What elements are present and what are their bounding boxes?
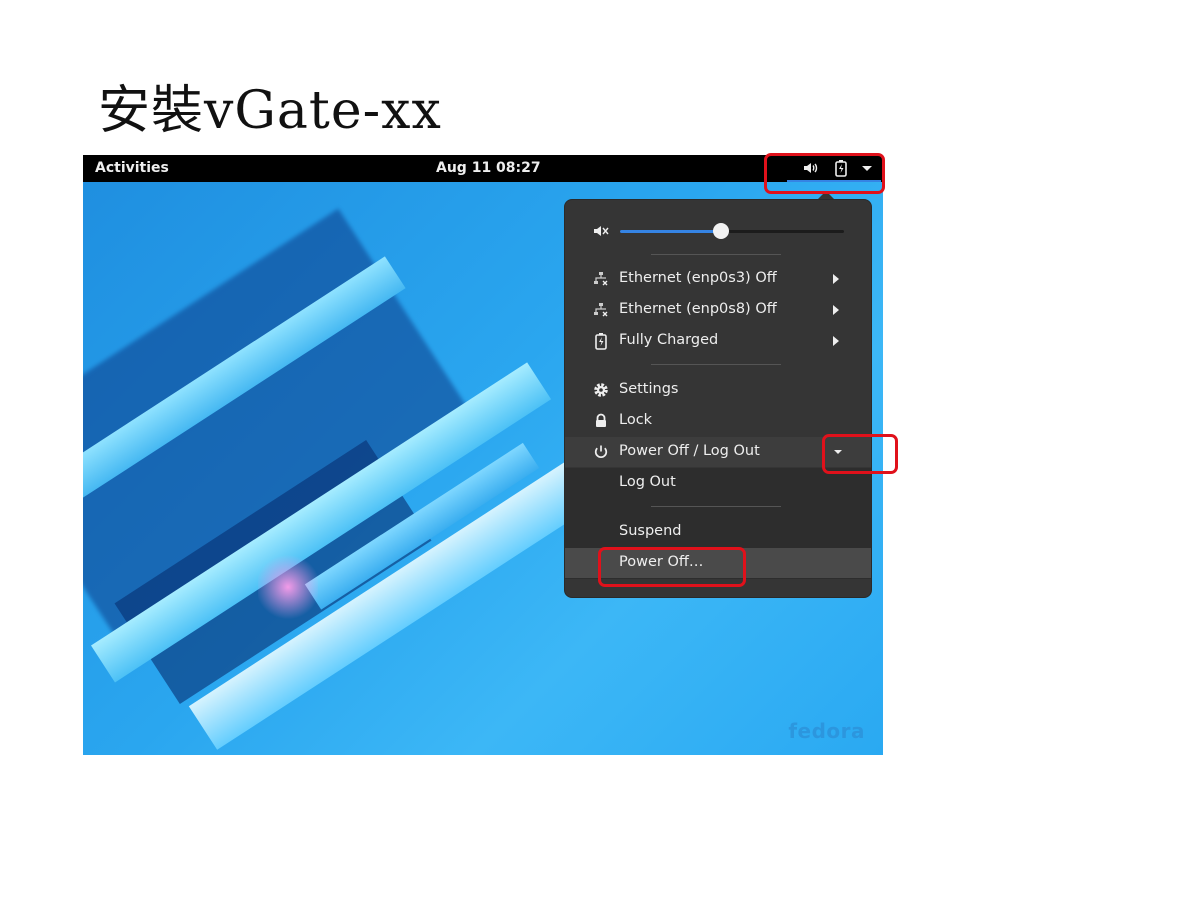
network-wired-disconnected-icon [594,303,608,317]
top-bar: Activities Aug 11 08:27 [83,155,883,182]
menu-item-battery[interactable]: Fully Charged [565,326,871,356]
fedora-watermark: fedora [788,719,865,743]
menu-item-label: Ethernet (enp0s8) Off [619,301,777,317]
menu-separator [651,506,781,507]
menu-item-ethernet-enp0s8[interactable]: Ethernet (enp0s8) Off [565,295,871,325]
menu-item-label: Lock [619,412,653,428]
volume-slider[interactable] [620,223,844,239]
menu-item-label: Log Out [619,474,676,490]
menu-item-label: Power Off / Log Out [619,443,760,459]
power-icon [594,445,608,458]
menu-item-lock[interactable]: Lock [565,406,871,436]
callout-tray-highlight [764,153,885,194]
wallpaper-glow [258,552,318,622]
chevron-right-icon [833,336,839,346]
system-menu: Ethernet (enp0s3) Off Ethernet (enp0s8) … [564,199,872,598]
menu-separator [651,364,781,365]
lock-icon [596,413,606,427]
chevron-right-icon [833,274,839,284]
menu-item-suspend[interactable]: Suspend [565,517,871,547]
menu-separator [651,254,781,255]
menu-item-ethernet-enp0s3[interactable]: Ethernet (enp0s3) Off [565,264,871,294]
slide-title: 安裝vGate-xx [98,81,442,141]
callout-dropdown-highlight [822,434,898,474]
speaker-muted-icon [594,226,609,236]
menu-item-label: Settings [619,381,679,397]
gear-icon [594,383,608,397]
menu-item-label: Suspend [619,523,682,539]
chevron-right-icon [833,305,839,315]
callout-power-off-highlight [598,547,746,587]
menu-item-label: Ethernet (enp0s3) Off [619,270,777,286]
activities-button[interactable]: Activities [95,160,169,176]
clock[interactable]: Aug 11 08:27 [436,160,541,176]
network-wired-disconnected-icon [594,272,608,286]
volume-slider-fill [620,230,721,233]
menu-item-label: Fully Charged [619,332,719,348]
battery-charged-icon [595,333,607,350]
volume-slider-knob[interactable] [712,223,729,239]
menu-item-settings[interactable]: Settings [565,375,871,405]
